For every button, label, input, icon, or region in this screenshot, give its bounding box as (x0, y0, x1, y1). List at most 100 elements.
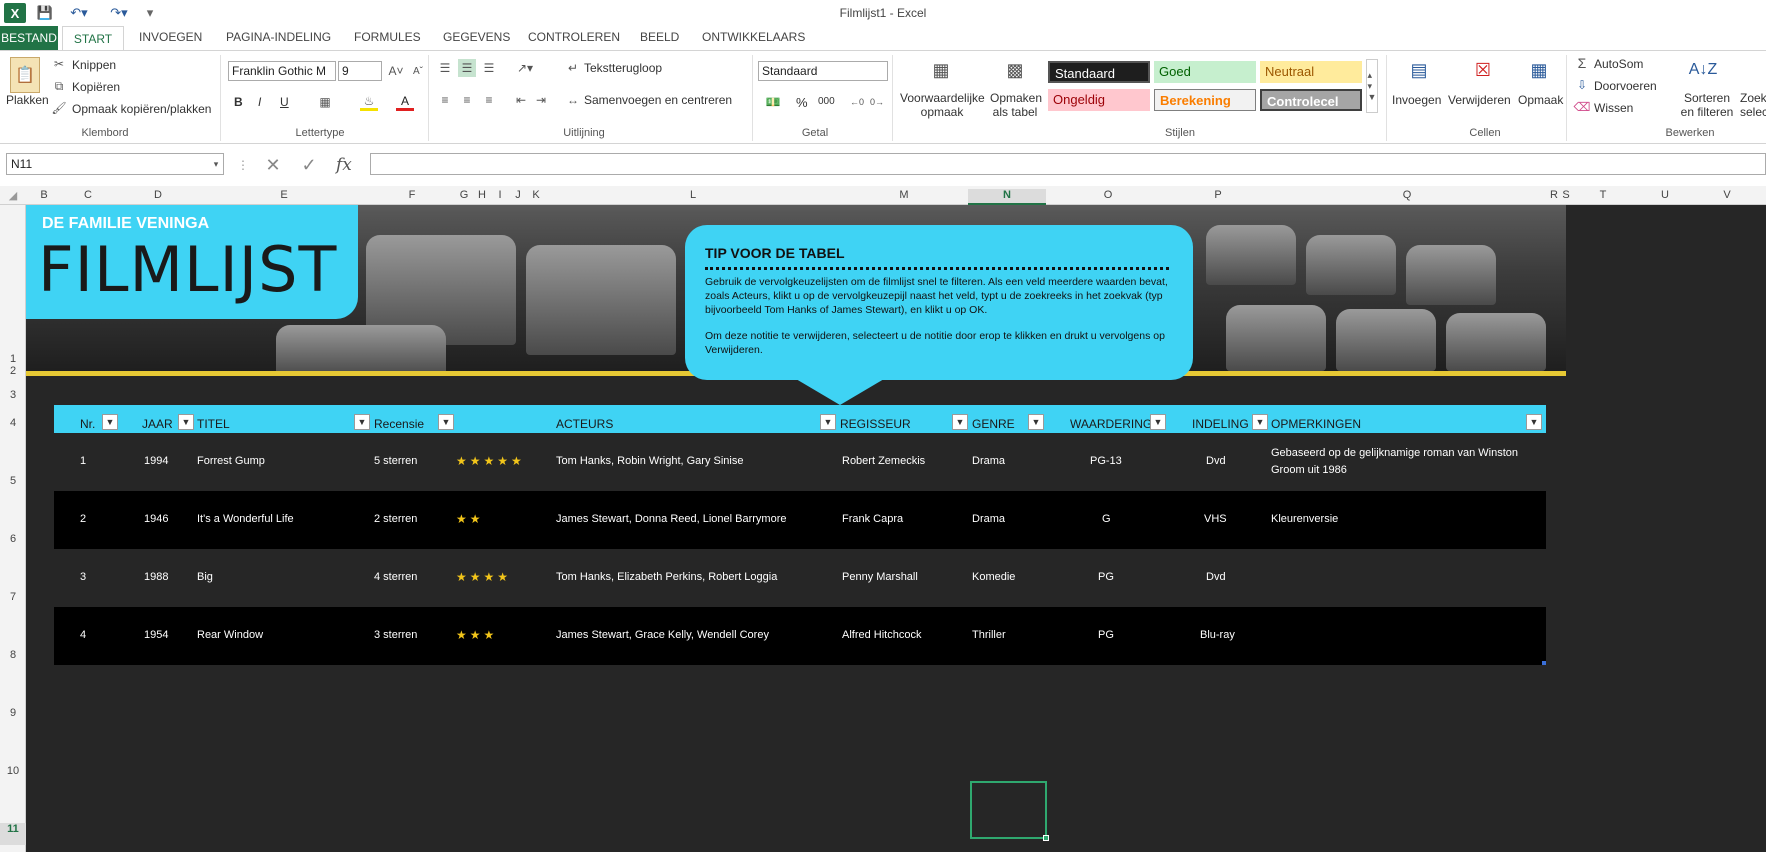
tab-bestand[interactable]: BESTAND (0, 26, 58, 50)
table-resize-handle[interactable] (1542, 661, 1546, 665)
col-header[interactable]: C (56, 189, 120, 201)
borders-icon[interactable]: ▦ (316, 93, 334, 111)
merge-center-button[interactable]: Samenvoegen en centreren (584, 93, 732, 107)
paste-button[interactable]: Plakken (6, 93, 49, 107)
sort-filter-button[interactable]: Sorteren en filteren (1676, 91, 1738, 119)
row-header-selected[interactable]: 11 (0, 823, 26, 845)
col-header[interactable]: F (372, 189, 452, 201)
formula-input[interactable] (370, 153, 1766, 175)
table-row[interactable]: 1 1994 Forrest Gump 5 sterren ★★★★★ Tom … (54, 433, 1546, 491)
insert-function-icon[interactable]: fx (336, 155, 352, 175)
col-header[interactable]: G (456, 189, 472, 201)
thousands-button[interactable]: 000 (818, 96, 835, 107)
tab-start[interactable]: START (62, 26, 124, 51)
increase-indent-icon[interactable]: ⇥ (532, 91, 550, 109)
font-shrink-icon[interactable]: Aˇ (408, 61, 428, 81)
align-left-icon[interactable]: ≡ (436, 91, 454, 109)
row-header[interactable]: 7 (0, 591, 26, 603)
col-header[interactable]: O (1046, 189, 1170, 201)
col-header[interactable]: V (1696, 189, 1758, 201)
col-header[interactable]: T (1572, 189, 1634, 201)
selected-cell-n11[interactable] (970, 781, 1049, 841)
align-top-icon[interactable]: ☰ (436, 59, 454, 77)
tip-callout[interactable]: TIP VOOR DE TABEL Gebruik de vervolgkeuz… (685, 225, 1193, 380)
row-header[interactable]: 6 (0, 533, 26, 545)
autosum-button[interactable]: AutoSom (1594, 57, 1643, 71)
filter-dropdown-icon[interactable]: ▼ (820, 414, 836, 430)
delete-cells-button[interactable]: Verwijderen (1448, 93, 1511, 107)
filter-dropdown-icon[interactable]: ▼ (1150, 414, 1166, 430)
confirm-entry-icon[interactable]: ✓ (298, 154, 320, 176)
tab-invoegen[interactable]: INVOEGEN (139, 30, 202, 44)
row-header[interactable]: 9 (0, 707, 26, 719)
filter-dropdown-icon[interactable]: ▼ (178, 414, 194, 430)
col-header[interactable]: E (196, 189, 372, 201)
col-header[interactable]: D (124, 189, 192, 201)
style-controlecel[interactable]: Controlecel (1260, 89, 1362, 111)
increase-decimal-icon[interactable]: ←0 (848, 93, 866, 111)
row-header[interactable]: 5 (0, 475, 26, 487)
tab-formules[interactable]: FORMULES (354, 30, 421, 44)
col-header[interactable]: J (510, 189, 526, 201)
percent-button[interactable]: % (796, 95, 808, 110)
copy-button[interactable]: Kopiëren (72, 80, 120, 94)
col-header[interactable]: B (36, 189, 52, 201)
col-header[interactable]: R (1548, 189, 1560, 201)
row-header[interactable]: 8 (0, 649, 26, 661)
decrease-decimal-icon[interactable]: 0→ (868, 93, 886, 111)
row-header[interactable]: 3 (0, 389, 26, 401)
fill-color-icon[interactable]: ♨ (360, 93, 378, 111)
font-grow-icon[interactable]: A˅ (386, 61, 406, 81)
styles-scroll-icon[interactable]: ▴ ▾ ▼ (1366, 59, 1378, 113)
style-berekening[interactable]: Berekening (1154, 89, 1256, 111)
cut-button[interactable]: Knippen (72, 58, 116, 72)
clear-button[interactable]: Wissen (1594, 101, 1633, 115)
underline-button[interactable]: U (280, 95, 289, 109)
filter-dropdown-icon[interactable]: ▼ (1526, 414, 1542, 430)
tab-ontwikkelaars[interactable]: ONTWIKKELAARS (702, 30, 805, 44)
fill-button[interactable]: Doorvoeren (1594, 79, 1657, 93)
filter-dropdown-icon[interactable]: ▼ (1252, 414, 1268, 430)
name-box[interactable]: N11 (6, 153, 224, 175)
font-name-box[interactable]: Franklin Gothic M (228, 61, 336, 81)
align-center-icon[interactable]: ≡ (458, 91, 476, 109)
style-neutraal[interactable]: Neutraal (1260, 61, 1362, 83)
row-header[interactable]: 10 (0, 765, 26, 777)
cancel-entry-icon[interactable]: ✕ (262, 154, 284, 176)
fill-handle[interactable] (1043, 835, 1049, 841)
col-header[interactable]: S (1560, 189, 1572, 201)
filter-dropdown-icon[interactable]: ▼ (102, 414, 118, 430)
paste-icon[interactable]: 📋 (10, 57, 40, 93)
filter-dropdown-icon[interactable]: ▼ (354, 414, 370, 430)
insert-cells-button[interactable]: Invoegen (1392, 93, 1441, 107)
row-header[interactable]: 1 (0, 353, 26, 365)
col-header[interactable]: Q (1266, 189, 1548, 201)
col-header[interactable]: I (492, 189, 508, 201)
conditional-format-button[interactable]: Voorwaardelijke opmaak (900, 91, 985, 119)
find-select-button[interactable]: Zoek selec (1740, 91, 1766, 119)
decrease-indent-icon[interactable]: ⇤ (512, 91, 530, 109)
col-header[interactable]: L (546, 189, 840, 201)
tab-controleren[interactable]: CONTROLEREN (528, 30, 620, 44)
filter-dropdown-icon[interactable]: ▼ (952, 414, 968, 430)
format-table-button[interactable]: Opmaken als tabel (990, 91, 1042, 119)
style-standaard[interactable]: Standaard (1048, 61, 1150, 83)
name-box-dropdown-icon[interactable]: ▾ (210, 158, 222, 170)
format-painter-button[interactable]: Opmaak kopiëren/plakken (72, 102, 211, 116)
tab-pagina-indeling[interactable]: PAGINA-INDELING (226, 30, 331, 44)
col-header[interactable]: K (528, 189, 544, 201)
filter-dropdown-icon[interactable]: ▼ (438, 414, 454, 430)
align-bottom-icon[interactable]: ☰ (480, 59, 498, 77)
number-format-box[interactable]: Standaard (758, 61, 888, 81)
row-header[interactable]: 2 (0, 365, 26, 377)
table-row[interactable]: 4 1954 Rear Window 3 sterren ★★★ James S… (54, 607, 1546, 665)
orientation-icon[interactable]: ↗▾ (512, 59, 538, 77)
align-right-icon[interactable]: ≡ (480, 91, 498, 109)
currency-icon[interactable]: 💵 (760, 93, 786, 111)
filter-dropdown-icon[interactable]: ▼ (1028, 414, 1044, 430)
table-row[interactable]: 2 1946 It's a Wonderful Life 2 sterren ★… (54, 491, 1546, 549)
col-header[interactable]: H (474, 189, 490, 201)
format-cells-button[interactable]: Opmaak (1518, 93, 1563, 107)
style-ongeldig[interactable]: Ongeldig (1048, 89, 1150, 111)
align-middle-icon[interactable]: ☰ (458, 59, 476, 77)
